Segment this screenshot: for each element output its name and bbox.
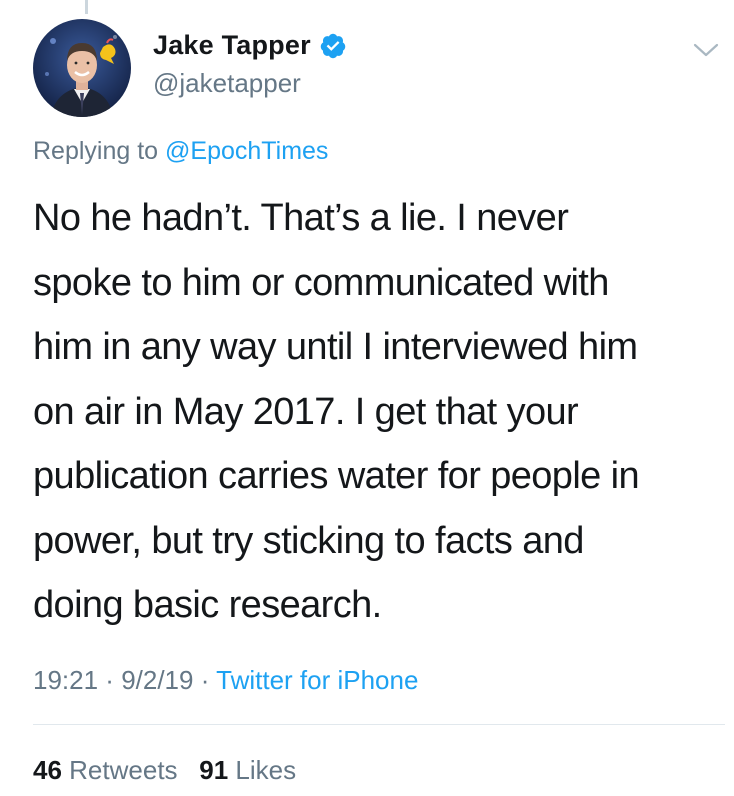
display-name[interactable]: Jake Tapper	[153, 30, 311, 61]
replying-to-mention-link[interactable]: @EpochTimes	[165, 137, 328, 165]
replying-to-prefix: Replying to	[33, 137, 159, 165]
avatar-image	[33, 19, 131, 117]
engagement-stats: 46 Retweets 91 Likes	[33, 755, 296, 786]
tweet-source-link[interactable]: Twitter for iPhone	[216, 665, 418, 695]
retweets-count: 46	[33, 755, 62, 785]
tweet-time[interactable]: 19:21	[33, 665, 98, 695]
likes-count: 91	[199, 755, 229, 785]
tweet-date[interactable]: 9/2/19	[121, 665, 193, 695]
divider	[33, 724, 725, 725]
retweets-label: Retweets	[69, 755, 178, 785]
meta-separator: ·	[98, 665, 122, 695]
tweet-text-line: publication carries water for people in	[33, 455, 640, 497]
likes-label: Likes	[235, 755, 297, 785]
tweet-text-line: on air in May 2017. I get that your	[33, 390, 579, 433]
thread-connector-line	[85, 0, 88, 14]
replying-to-line: Replying to @EpochTimes	[33, 137, 328, 166]
author-name-row: Jake Tapper	[153, 30, 347, 61]
tweet-text-line: spoke to him or communicated with	[33, 261, 609, 304]
verified-badge-icon	[319, 32, 347, 60]
tweet-text-line: power, but try sticking to facts and	[33, 519, 584, 562]
avatar[interactable]	[33, 19, 131, 117]
tweet-text-line: doing basic research.	[33, 584, 382, 626]
retweets-stat[interactable]: 46 Retweets	[33, 755, 185, 785]
author-handle[interactable]: @jaketapper	[153, 68, 301, 99]
tweet-text-line: him in any way until I interviewed him	[33, 326, 638, 368]
tweet-text-line: No he hadn’t. That’s a lie. I never	[33, 197, 569, 239]
tweet-metadata: 19:21 · 9/2/19 · Twitter for iPhone	[33, 665, 418, 696]
tweet-text: No he hadn’t. That’s a lie. I never spok…	[33, 186, 713, 638]
chevron-down-icon[interactable]	[692, 40, 720, 60]
meta-separator: ·	[193, 665, 217, 695]
likes-stat[interactable]: 91 Likes	[199, 755, 296, 785]
